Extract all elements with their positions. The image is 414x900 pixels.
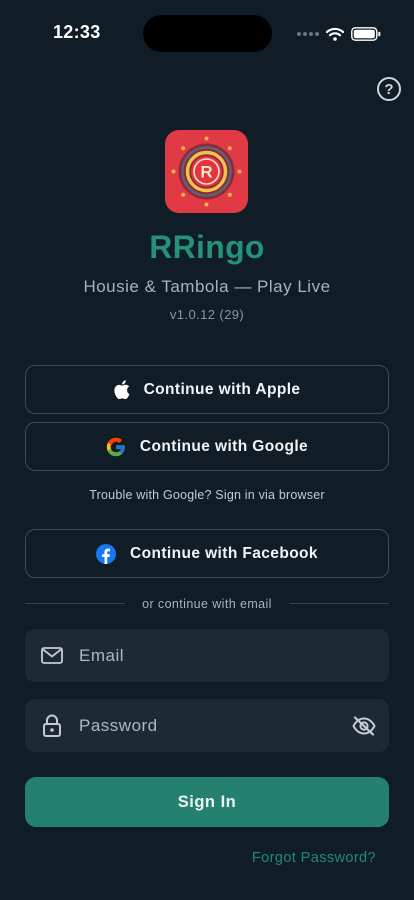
question-circle-icon: ? bbox=[384, 80, 394, 98]
password-input[interactable] bbox=[79, 699, 339, 752]
continue-with-google-button[interactable]: Continue with Google bbox=[25, 422, 389, 471]
continue-with-facebook-button[interactable]: Continue with Facebook bbox=[25, 529, 389, 578]
wifi-icon bbox=[326, 27, 344, 41]
apple-button-label: Continue with Apple bbox=[143, 380, 301, 398]
divider-line-right bbox=[290, 603, 389, 604]
app-logo: R bbox=[165, 130, 248, 213]
app-version: v1.0.12 (29) bbox=[169, 307, 245, 322]
status-time: 12:33 bbox=[53, 22, 101, 42]
mail-icon bbox=[25, 647, 79, 664]
battery-icon bbox=[351, 27, 381, 41]
logo-letter: R bbox=[200, 163, 212, 182]
google-icon bbox=[106, 437, 126, 457]
email-input[interactable] bbox=[79, 629, 389, 682]
apple-icon bbox=[113, 380, 130, 399]
email-field[interactable] bbox=[25, 629, 389, 682]
google-button-label: Continue with Google bbox=[139, 437, 309, 455]
facebook-button-label: Continue with Facebook bbox=[130, 544, 318, 562]
app-title: RRingo bbox=[149, 229, 265, 265]
password-field[interactable] bbox=[25, 699, 389, 752]
forgot-password-link[interactable]: Forgot Password? bbox=[252, 850, 376, 866]
continue-with-apple-button[interactable]: Continue with Apple bbox=[25, 365, 389, 414]
lock-icon bbox=[25, 714, 79, 737]
facebook-icon bbox=[96, 543, 117, 564]
help-button[interactable]: ? bbox=[377, 77, 401, 101]
app-subtitle: Housie & Tambola — Play Live bbox=[83, 277, 331, 296]
eye-off-icon[interactable] bbox=[339, 715, 389, 736]
dynamic-island bbox=[143, 15, 272, 52]
status-bar: 12:33 bbox=[0, 0, 414, 64]
status-icons bbox=[296, 24, 381, 44]
sign-in-button[interactable]: Sign In bbox=[25, 777, 389, 827]
signal-icon bbox=[297, 32, 319, 36]
google-browser-signin-link[interactable]: Trouble with Google? Sign in via browser bbox=[0, 488, 414, 502]
email-divider-text: or continue with email bbox=[142, 597, 272, 611]
